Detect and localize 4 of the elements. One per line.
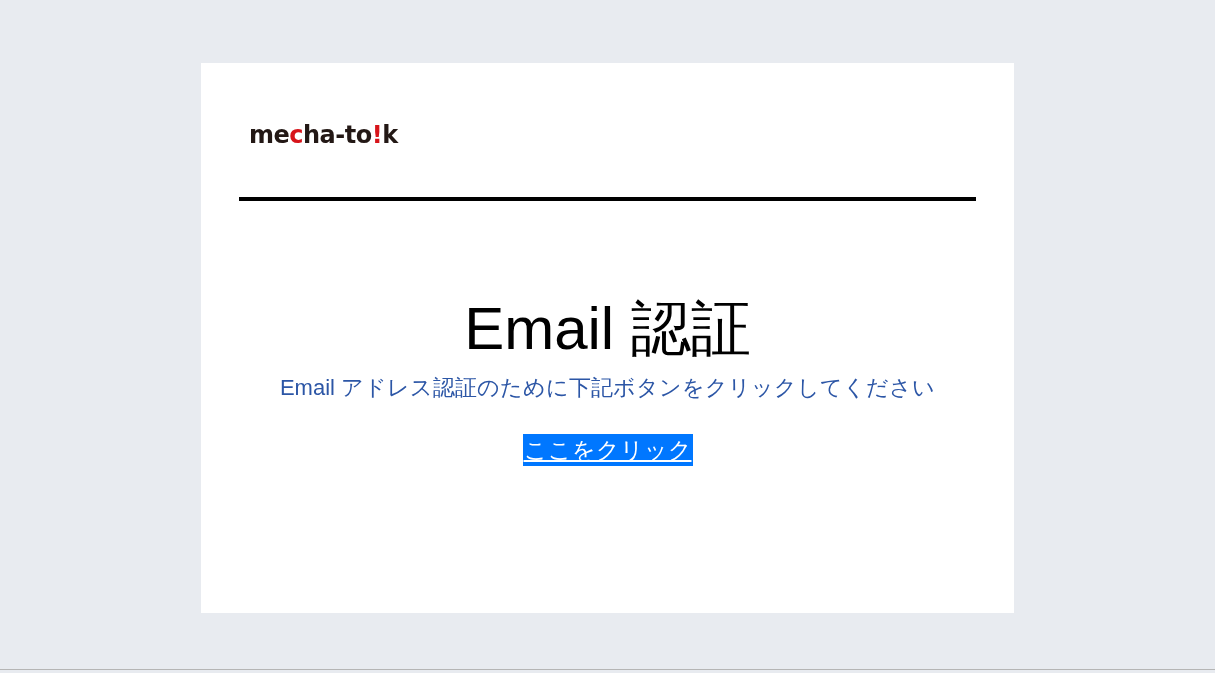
page-title: Email 認証 (463, 294, 752, 364)
verify-link[interactable]: ここをクリック (522, 434, 693, 466)
instruction-text: Email アドレス認証のために下記ボタンをクリックしてください (278, 374, 937, 402)
logo: mecha-to!k (249, 120, 400, 151)
